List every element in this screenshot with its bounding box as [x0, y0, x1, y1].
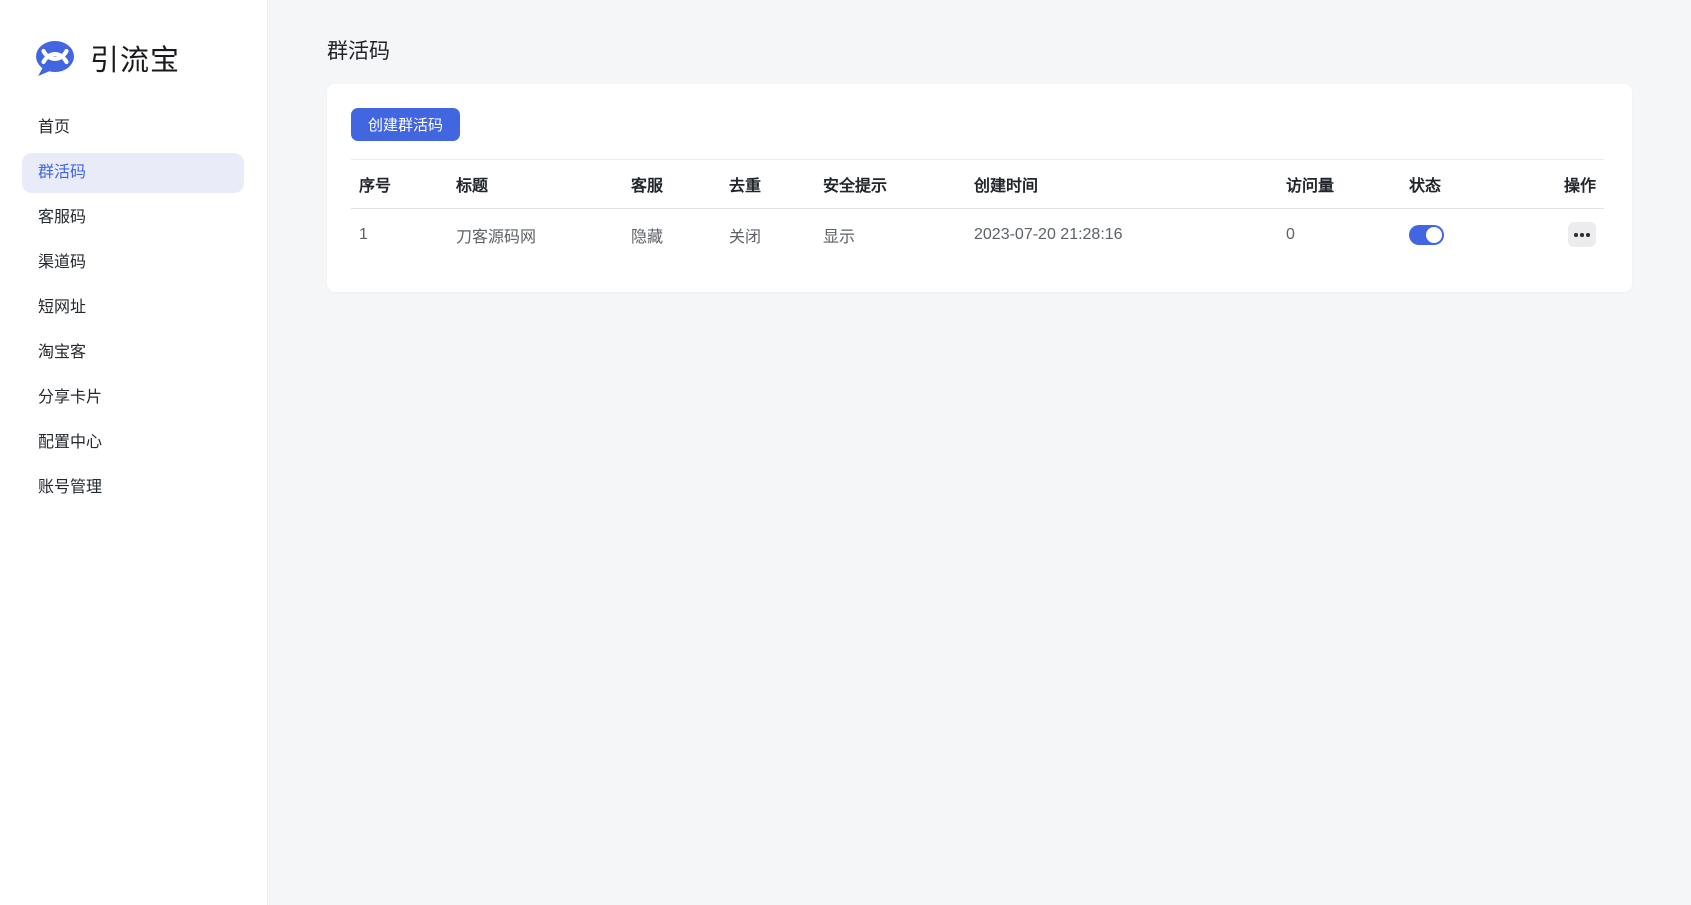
sidebar: 引流宝 首页 群活码 客服码 渠道码 短网址 淘宝客 分享卡片 配置中心 账号管… — [0, 0, 268, 905]
cell-title: 刀客源码网 — [456, 228, 537, 246]
sidebar-menu: 首页 群活码 客服码 渠道码 短网址 淘宝客 分享卡片 配置中心 账号管理 — [0, 108, 267, 508]
group-code-table: 序号 标题 客服 去重 安全提示 创建时间 访问量 状态 操作 1 刀客源码网 — [351, 159, 1604, 261]
cell-status — [1401, 209, 1550, 261]
row-actions-button[interactable] — [1568, 222, 1596, 248]
toggle-knob — [1426, 226, 1442, 243]
sidebar-item-short-url[interactable]: 短网址 — [22, 288, 244, 328]
column-header-actions: 操作 — [1550, 159, 1604, 209]
ellipsis-icon — [1574, 233, 1578, 237]
sidebar-item-home[interactable]: 首页 — [22, 108, 244, 148]
cell-visits: 0 — [1286, 225, 1295, 243]
sidebar-item-taobaoke[interactable]: 淘宝客 — [22, 333, 244, 373]
sidebar-item-account-manage[interactable]: 账号管理 — [22, 468, 244, 508]
sidebar-item-share-card[interactable]: 分享卡片 — [22, 378, 244, 418]
content-card: 创建群活码 序号 标题 客服 去重 安全提示 创建时间 访问量 状态 操作 1 … — [327, 84, 1632, 292]
chat-bubble-dna-icon — [36, 40, 74, 76]
sidebar-item-group-code[interactable]: 群活码 — [22, 153, 244, 193]
column-header-index: 序号 — [351, 159, 448, 209]
column-header-safety: 安全提示 — [815, 159, 966, 209]
sidebar-item-service-code[interactable]: 客服码 — [22, 198, 244, 238]
create-group-code-button[interactable]: 创建群活码 — [351, 108, 461, 141]
column-header-dedupe: 去重 — [721, 159, 815, 209]
status-toggle[interactable] — [1409, 224, 1444, 245]
app-window: 引流宝 首页 群活码 客服码 渠道码 短网址 淘宝客 分享卡片 配置中心 账号管… — [0, 0, 1691, 905]
brand-name: 引流宝 — [90, 45, 181, 77]
sidebar-item-channel-code[interactable]: 渠道码 — [22, 243, 244, 283]
column-header-title: 标题 — [448, 159, 623, 209]
sidebar-item-config-center[interactable]: 配置中心 — [22, 423, 244, 463]
table-header-row: 序号 标题 客服 去重 安全提示 创建时间 访问量 状态 操作 — [351, 159, 1604, 209]
brand: 引流宝 — [0, 0, 267, 78]
column-header-visits: 访问量 — [1278, 159, 1401, 209]
cell-actions — [1550, 209, 1604, 261]
column-header-created: 创建时间 — [966, 159, 1278, 209]
cell-safety: 显示 — [823, 228, 856, 246]
column-header-status: 状态 — [1401, 159, 1550, 209]
cell-service: 隐藏 — [631, 228, 664, 246]
page-title: 群活码 — [327, 40, 390, 63]
column-header-service: 客服 — [623, 159, 721, 209]
table-row: 1 刀客源码网 隐藏 关闭 显示 2023-07-20 21:28:16 0 — [351, 209, 1604, 261]
cell-dedupe: 关闭 — [729, 228, 762, 246]
cell-created: 2023-07-20 21:28:16 — [974, 225, 1123, 243]
cell-index: 1 — [359, 225, 368, 243]
main-content: 群活码 创建群活码 序号 标题 客服 去重 安全提示 创建时间 访问量 状态 操… — [268, 0, 1691, 905]
